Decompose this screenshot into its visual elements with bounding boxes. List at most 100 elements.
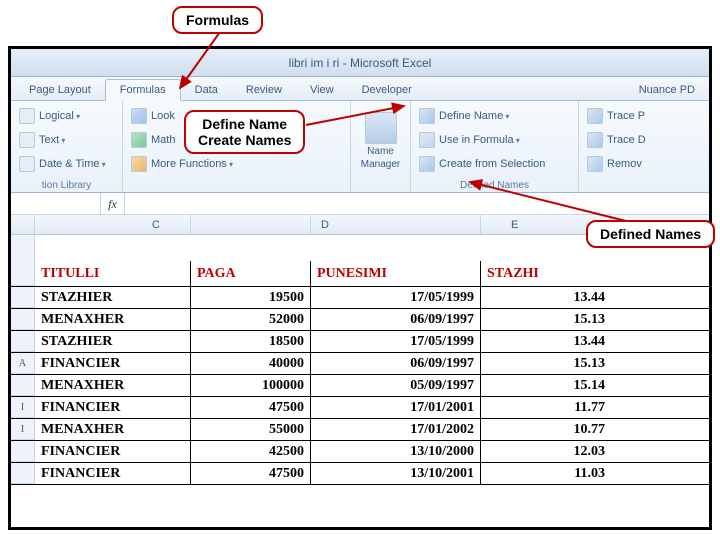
rowhead[interactable] — [11, 463, 35, 484]
remove-arrows-button[interactable]: Remov — [587, 153, 701, 175]
trace-precedents-button[interactable]: Trace P — [587, 105, 701, 127]
cell-titulli[interactable]: FINANCIER — [35, 463, 191, 484]
tab-view[interactable]: View — [296, 80, 348, 100]
tab-formulas[interactable]: Formulas — [105, 79, 181, 101]
cell-paga[interactable]: 18500 — [191, 331, 311, 352]
corner[interactable] — [11, 215, 35, 234]
rowhead[interactable] — [11, 331, 35, 352]
ribbon-tabs: Page Layout Formulas Data Review View De… — [11, 77, 709, 101]
header-row: TITULLI PAGA PUNESIMI STAZHI — [11, 261, 709, 287]
col-d-spacer[interactable] — [191, 215, 311, 234]
table-row: FINANCIER4250013/10/200012.03 — [11, 441, 709, 463]
tab-developer[interactable]: Developer — [348, 80, 426, 100]
create-from-selection-label: Create from Selection — [439, 158, 545, 170]
cell-titulli[interactable]: FINANCIER — [35, 397, 191, 418]
cell-punesimi[interactable]: 17/01/2001 — [311, 397, 481, 418]
cell-paga[interactable]: 19500 — [191, 287, 311, 308]
cell-punesimi[interactable]: 17/05/1999 — [311, 287, 481, 308]
trace-dependents-button[interactable]: Trace D — [587, 129, 701, 151]
cell-punesimi[interactable]: 17/01/2002 — [311, 419, 481, 440]
cell-stazhi[interactable]: 11.03 — [481, 463, 611, 484]
cell-punesimi[interactable]: 06/09/1997 — [311, 309, 481, 330]
lookup-icon — [131, 108, 147, 124]
cell-titulli[interactable]: STAZHIER — [35, 331, 191, 352]
define-name-button[interactable]: Define Name — [419, 105, 570, 127]
rowhead[interactable] — [11, 441, 35, 462]
callout-formulas: Formulas — [172, 6, 263, 34]
cell-paga[interactable]: 40000 — [191, 353, 311, 374]
cell-stazhi[interactable]: 11.77 — [481, 397, 611, 418]
cell-punesimi[interactable]: 06/09/1997 — [311, 353, 481, 374]
cell-punesimi[interactable]: 13/10/2001 — [311, 463, 481, 484]
datetime-button[interactable]: Date & Time — [19, 153, 114, 175]
table-row: MENAXHER5200006/09/199715.13 — [11, 309, 709, 331]
callout-define-create: Define Name Create Names — [184, 110, 305, 154]
cell-paga[interactable]: 47500 — [191, 397, 311, 418]
cell-punesimi[interactable]: 17/05/1999 — [311, 331, 481, 352]
group-defined-names: Define Name Use in Formula Create from S… — [411, 101, 579, 192]
cell-punesimi[interactable]: 13/10/2000 — [311, 441, 481, 462]
group-formula-auditing: Trace P Trace D Remov — [579, 101, 709, 192]
rowhead[interactable] — [11, 235, 35, 261]
table-row: IFINANCIER4750017/01/200111.77 — [11, 397, 709, 419]
use-in-formula-button[interactable]: Use in Formula — [419, 129, 570, 151]
cell-paga[interactable]: 100000 — [191, 375, 311, 396]
hdr-punesimi[interactable]: PUNESIMI — [311, 261, 481, 286]
tab-review[interactable]: Review — [232, 80, 296, 100]
formula-bar: fx — [11, 193, 709, 215]
name-manager-button[interactable]: NameManager — [351, 101, 411, 192]
cell-titulli[interactable]: STAZHIER — [35, 287, 191, 308]
cell-titulli[interactable]: MENAXHER — [35, 375, 191, 396]
cell-punesimi[interactable]: 05/09/1997 — [311, 375, 481, 396]
tab-data[interactable]: Data — [181, 80, 232, 100]
rowhead[interactable]: A — [11, 353, 35, 374]
cell-titulli[interactable]: FINANCIER — [35, 441, 191, 462]
datetime-label: Date & Time — [39, 158, 106, 170]
cell-paga[interactable]: 42500 — [191, 441, 311, 462]
trace-precedents-icon — [587, 108, 603, 124]
more-functions-button[interactable]: More Functions — [131, 153, 342, 175]
hdr-paga[interactable]: PAGA — [191, 261, 311, 286]
text-button[interactable]: Text — [19, 129, 114, 151]
tab-page-layout[interactable]: Page Layout — [15, 80, 105, 100]
name-box[interactable] — [11, 193, 101, 214]
worksheet-grid[interactable]: TITULLI PAGA PUNESIMI STAZHI STAZHIER195… — [11, 235, 709, 485]
cell-paga[interactable]: 52000 — [191, 309, 311, 330]
fx-button[interactable]: fx — [101, 193, 125, 214]
tab-nuance[interactable]: Nuance PD — [625, 80, 709, 100]
col-d[interactable]: D — [311, 215, 481, 234]
cell-stazhi[interactable]: 13.44 — [481, 287, 611, 308]
rowhead[interactable] — [11, 309, 35, 330]
cell-titulli[interactable]: MENAXHER — [35, 419, 191, 440]
name-manager-icon — [365, 112, 397, 144]
col-c[interactable]: C — [35, 215, 191, 234]
rowhead[interactable]: I — [11, 397, 35, 418]
create-from-selection-button[interactable]: Create from Selection — [419, 153, 570, 175]
logical-button[interactable]: Logical — [19, 105, 114, 127]
cell-paga[interactable]: 47500 — [191, 463, 311, 484]
lookup-label: Look — [151, 110, 175, 122]
rowhead[interactable] — [11, 261, 35, 286]
cell-stazhi[interactable]: 12.03 — [481, 441, 611, 462]
cell-titulli[interactable]: FINANCIER — [35, 353, 191, 374]
rowhead[interactable] — [11, 287, 35, 308]
cell-stazhi[interactable]: 13.44 — [481, 331, 611, 352]
cell-stazhi[interactable]: 10.77 — [481, 419, 611, 440]
cell-stazhi[interactable]: 15.13 — [481, 353, 611, 374]
rowhead[interactable]: I — [11, 419, 35, 440]
cell-stazhi[interactable]: 15.13 — [481, 309, 611, 330]
math-icon — [131, 132, 147, 148]
remove-arrows-icon — [587, 156, 603, 172]
hdr-stazhi[interactable]: STAZHI — [481, 261, 611, 286]
trace-dependents-icon — [587, 132, 603, 148]
rowhead[interactable] — [11, 375, 35, 396]
define-name-label: Define Name — [439, 110, 509, 122]
group-function-library-left: Logical Text Date & Time tion Library — [11, 101, 123, 192]
trace-precedents-label: Trace P — [607, 110, 645, 122]
defined-names-caption: Defined Names — [411, 180, 578, 191]
hdr-titulli[interactable]: TITULLI — [35, 261, 191, 286]
cell-titulli[interactable]: MENAXHER — [35, 309, 191, 330]
cell-paga[interactable]: 55000 — [191, 419, 311, 440]
cell-stazhi[interactable]: 15.14 — [481, 375, 611, 396]
table-row: STAZHIER1850017/05/199913.44 — [11, 331, 709, 353]
